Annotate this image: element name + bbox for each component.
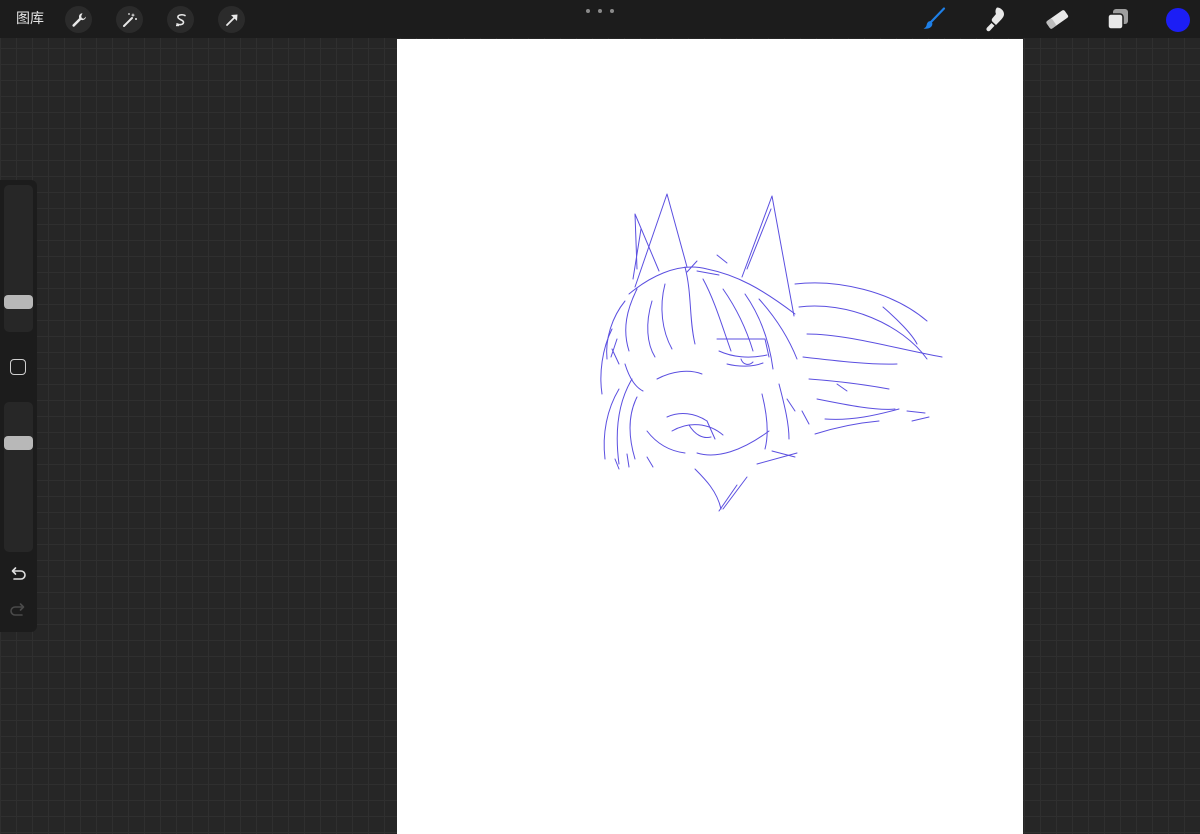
brush-size-thumb[interactable] — [4, 295, 33, 309]
redo-button[interactable] — [8, 600, 28, 620]
color-picker-button[interactable] — [1166, 8, 1190, 32]
smudge-icon — [986, 7, 1004, 32]
brush-icon — [923, 7, 946, 29]
actions-button[interactable] — [65, 6, 92, 33]
modify-square-icon[interactable] — [10, 359, 26, 375]
selection-icon — [175, 13, 186, 26]
wrench-icon — [71, 12, 86, 27]
selection-button[interactable] — [167, 6, 194, 33]
undo-icon — [11, 567, 26, 580]
undo-button[interactable] — [8, 564, 28, 584]
brush-opacity-slider[interactable] — [4, 402, 33, 552]
brush-tool-button[interactable] — [921, 6, 947, 32]
gallery-button[interactable]: 图库 — [16, 9, 44, 29]
drawing-canvas[interactable] — [397, 39, 1023, 834]
transform-button[interactable] — [218, 6, 245, 33]
eraser-icon — [1046, 10, 1069, 29]
adjustments-button[interactable] — [116, 6, 143, 33]
magic-wand-icon — [122, 12, 137, 27]
layers-icon — [1107, 9, 1128, 30]
eraser-tool-button[interactable] — [1044, 6, 1070, 32]
sketch — [600, 193, 943, 512]
brush-size-slider[interactable] — [4, 185, 33, 332]
more-dots-icon[interactable] — [586, 4, 614, 18]
transform-arrow-icon — [225, 14, 237, 26]
left-sidebar — [0, 180, 37, 632]
redo-icon — [10, 603, 25, 616]
brush-opacity-thumb[interactable] — [4, 436, 33, 450]
layers-button[interactable] — [1105, 6, 1131, 32]
smudge-tool-button[interactable] — [983, 6, 1009, 32]
top-toolbar: 图库 — [0, 0, 1200, 38]
